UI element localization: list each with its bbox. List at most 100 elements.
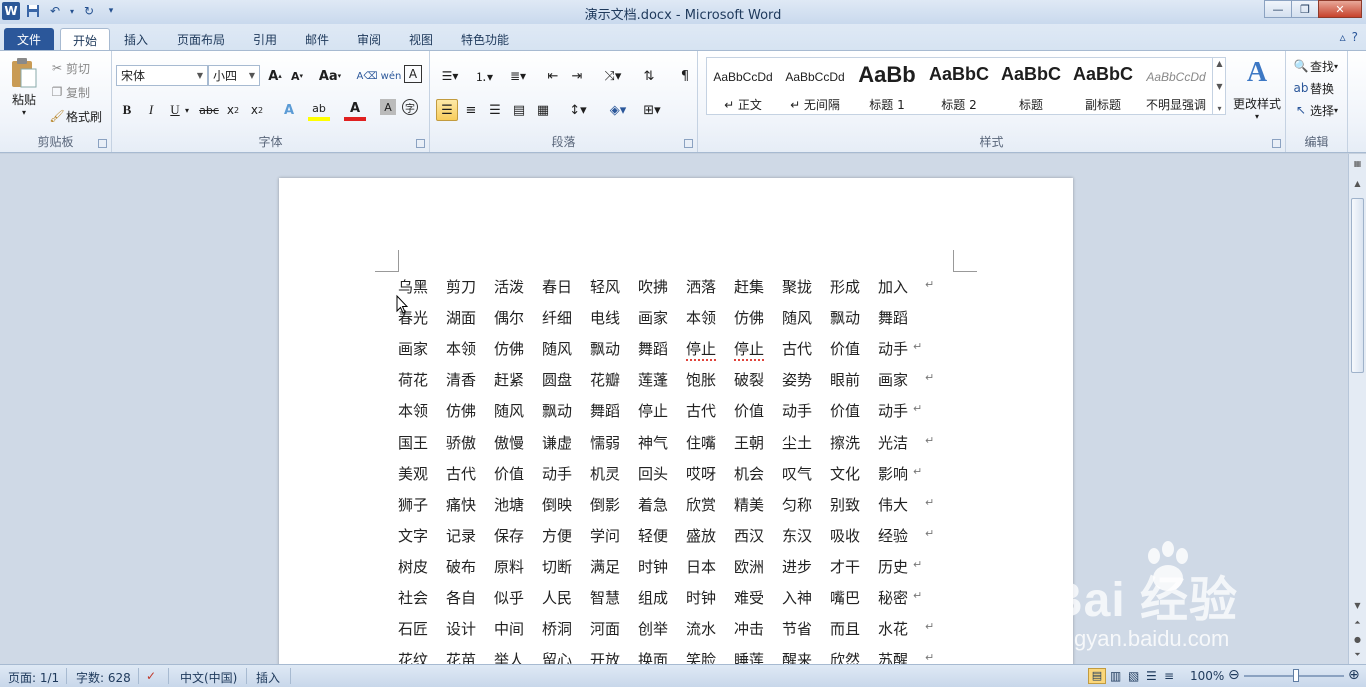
document-word[interactable]: 破裂 [734, 369, 764, 390]
document-word[interactable]: 欣赏 [686, 494, 716, 515]
insert-mode[interactable]: 插入 [256, 669, 280, 686]
paragraph-launcher-icon[interactable] [684, 139, 693, 148]
borders-icon[interactable]: ⊞▾ [638, 99, 666, 121]
document-word[interactable]: 赶集 [734, 276, 764, 297]
font-color-icon[interactable]: A [344, 99, 366, 121]
superscript-icon[interactable]: x2 [246, 99, 268, 121]
zoom-out-icon[interactable]: ⊖ [1228, 667, 1240, 683]
document-word[interactable]: 原料 [494, 556, 524, 577]
help-icon[interactable]: ? [1352, 30, 1358, 44]
document-word[interactable]: 哎呀 [686, 463, 716, 484]
document-line[interactable]: 国王 骄傲 傲慢 谦虚 懦弱 神气 住嘴 王朝 尘土 擦洗 光洁 ↵ [398, 432, 958, 463]
document-word[interactable]: 倒影 [590, 494, 620, 515]
document-word[interactable]: 本领 [398, 400, 428, 421]
document-word[interactable]: 擦洗 [830, 432, 860, 453]
style-heading-2[interactable]: AaBbC 标题 2 [923, 58, 995, 114]
document-word[interactable]: 吹拂 [638, 276, 668, 297]
tab-page-layout[interactable]: 页面布局 [166, 28, 236, 51]
document-word[interactable]: 欣然 [830, 649, 860, 664]
document-word[interactable]: 河面 [590, 618, 620, 639]
document-word[interactable]: 冲击 [734, 618, 764, 639]
document-word[interactable]: 切断 [542, 556, 572, 577]
document-word[interactable]: 组成 [638, 587, 668, 608]
document-word[interactable]: 花苗 [446, 649, 476, 664]
document-word[interactable]: 开放 [590, 649, 620, 664]
document-word[interactable]: 桥洞 [542, 618, 572, 639]
next-page-icon[interactable]: ⏷ [1350, 648, 1365, 662]
document-word[interactable]: 保存 [494, 525, 524, 546]
word-count[interactable]: 字数: 628 [76, 669, 131, 686]
document-word[interactable]: 画家 [398, 338, 428, 359]
collapse-ribbon-icon[interactable]: ▵ [1340, 30, 1346, 44]
document-word[interactable]: 春日 [542, 276, 572, 297]
document-word[interactable]: 赶紧 [494, 369, 524, 390]
document-word[interactable]: 加入 [878, 276, 908, 297]
document-word[interactable]: 举人 [494, 649, 524, 664]
page-count[interactable]: 页面: 1/1 [8, 669, 59, 686]
document-word[interactable]: 光洁 [878, 432, 908, 453]
document-word[interactable]: 动手 [782, 400, 812, 421]
document-word[interactable]: 苏醒 [878, 649, 908, 664]
justify-icon[interactable]: ▤ [508, 99, 530, 121]
web-layout-icon[interactable]: ▧ [1128, 669, 1139, 683]
document-word[interactable]: 睡莲 [734, 649, 764, 664]
select-button[interactable]: ↖ 选择 ▾ [1292, 101, 1338, 119]
document-line[interactable]: 花纹 花苗 举人 留心 开放 换面 笑脸 睡莲 醒来 欣然 苏醒 ↵ [398, 649, 958, 664]
document-word[interactable]: 神气 [638, 432, 668, 453]
document-line[interactable]: 乌黑 剪刀 活泼 春日 轻风 吹拂 洒落 赶集 聚拢 形成 加入 ↵ [398, 276, 958, 307]
line-spacing-icon[interactable]: ↕▾ [564, 99, 592, 121]
ruler-toggle-icon[interactable]: ▦ [1350, 156, 1365, 170]
scroll-up-icon[interactable]: ▲ [1350, 176, 1365, 190]
tab-view[interactable]: 视图 [398, 28, 444, 51]
clipboard-launcher-icon[interactable] [98, 139, 107, 148]
document-word[interactable]: 中间 [494, 618, 524, 639]
print-layout-icon[interactable]: ▤ [1088, 668, 1106, 684]
enclose-character-icon[interactable]: 字 [402, 99, 418, 115]
document-word[interactable]: 时钟 [638, 556, 668, 577]
document-word[interactable]: 轻风 [590, 276, 620, 297]
document-word[interactable]: 换面 [638, 649, 668, 664]
document-word[interactable]: 水花 [878, 618, 908, 639]
character-shading-icon[interactable]: A [380, 99, 396, 115]
document-line[interactable]: 本领 仿佛 随风 飘动 舞蹈 停止 古代 价值 动手 价值 动手 ↵ [398, 400, 958, 431]
document-word[interactable]: 入神 [782, 587, 812, 608]
document-word[interactable]: 古代 [446, 463, 476, 484]
document-word[interactable]: 画家 [638, 307, 668, 328]
document-word[interactable]: 痛快 [446, 494, 476, 515]
document-word[interactable]: 机会 [734, 463, 764, 484]
document-word[interactable]: 饱胀 [686, 369, 716, 390]
document-word[interactable]: 欧洲 [734, 556, 764, 577]
tab-references[interactable]: 引用 [242, 28, 288, 51]
document-word[interactable]: 湖面 [446, 307, 476, 328]
outline-icon[interactable]: ☰ [1146, 669, 1157, 683]
document-word[interactable]: 谦虚 [542, 432, 572, 453]
shrink-font-icon[interactable]: A ▾ [286, 65, 308, 87]
document-word[interactable]: 洒落 [686, 276, 716, 297]
tab-special-features[interactable]: 特色功能 [450, 28, 520, 51]
scroll-down-icon[interactable]: ▼ [1216, 82, 1222, 91]
underline-dropdown-icon[interactable]: ▾ [182, 99, 192, 121]
document-word[interactable]: 莲蓬 [638, 369, 668, 390]
document-word[interactable]: 东汉 [782, 525, 812, 546]
document-word[interactable]: 古代 [782, 338, 812, 359]
document-word[interactable]: 满足 [590, 556, 620, 577]
distributed-icon[interactable]: ▦ [532, 99, 554, 121]
document-word[interactable]: 懦弱 [590, 432, 620, 453]
maximize-button[interactable]: ❐ [1291, 0, 1319, 18]
previous-page-icon[interactable]: ⏶ [1350, 616, 1365, 630]
document-word[interactable]: 尘土 [782, 432, 812, 453]
increase-indent-icon[interactable]: ⇥ [566, 65, 588, 87]
paste-button[interactable]: 粘贴 ▾ [6, 57, 42, 121]
document-word[interactable]: 文字 [398, 525, 428, 546]
minimize-button[interactable]: — [1264, 0, 1292, 18]
shading-icon[interactable]: ◈▾ [604, 99, 632, 121]
clear-format-icon[interactable]: A⌫ [356, 65, 378, 87]
document-word[interactable]: 吸收 [830, 525, 860, 546]
grow-font-icon[interactable]: A ▴ [264, 65, 286, 87]
document-word[interactable]: 形成 [830, 276, 860, 297]
document-line[interactable]: 画家 本领 仿佛 随风 飘动 舞蹈 停止 停止 古代 价值 动手 ↵ [398, 338, 958, 369]
document-word[interactable]: 随风 [782, 307, 812, 328]
scroll-up-icon[interactable]: ▲ [1216, 59, 1222, 68]
document-word[interactable]: 仿佛 [446, 400, 476, 421]
align-center-icon[interactable]: ≡ [460, 99, 482, 121]
